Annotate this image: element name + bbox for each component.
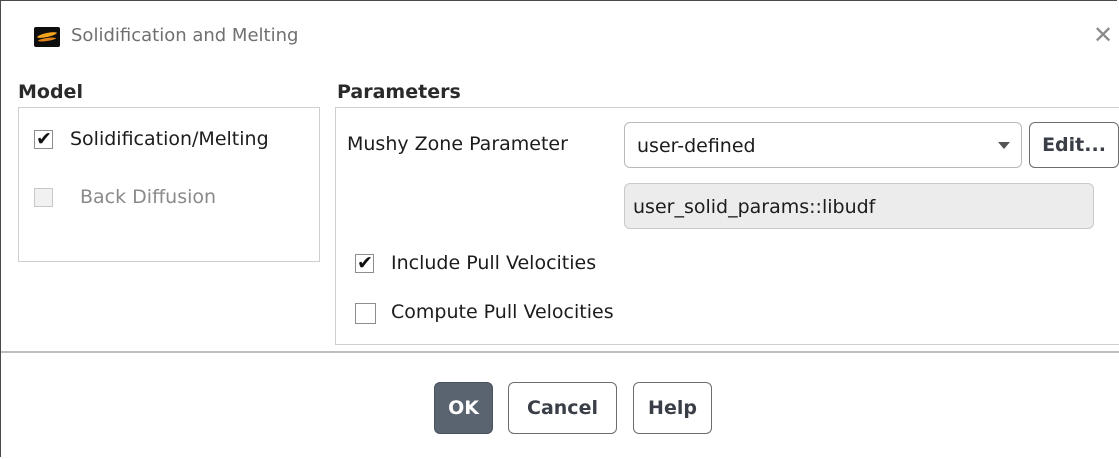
mushy-zone-dropdown[interactable]: user-defined <box>624 122 1022 168</box>
solidification-melting-checkbox[interactable]: ✔ <box>34 128 53 150</box>
chevron-down-icon <box>998 142 1010 149</box>
compute-pull-velocities-label: Compute Pull Velocities <box>391 301 614 323</box>
compute-pull-velocities-checkbox[interactable] <box>355 303 376 324</box>
check-icon: ✔ <box>357 252 373 274</box>
parameters-heading: Parameters <box>337 81 461 103</box>
udf-name-field: user_solid_params::libudf <box>624 183 1094 229</box>
window-title: Solidification and Melting <box>71 25 299 46</box>
include-pull-velocities-checkbox[interactable]: ✔ <box>355 252 374 274</box>
mushy-zone-value: user-defined <box>637 135 756 157</box>
help-button[interactable]: Help <box>633 382 712 434</box>
divider <box>1 351 1119 353</box>
mushy-zone-label: Mushy Zone Parameter <box>347 133 568 155</box>
model-heading: Model <box>18 81 83 103</box>
fluent-app-icon <box>34 27 60 47</box>
udf-name-value: user_solid_params::libudf <box>633 196 876 218</box>
solidification-melting-label: Solidification/Melting <box>70 128 269 150</box>
close-icon[interactable]: ✕ <box>1091 21 1115 49</box>
include-pull-velocities-label: Include Pull Velocities <box>391 252 597 274</box>
ok-button[interactable]: OK <box>434 382 493 434</box>
check-icon: ✔ <box>36 128 52 150</box>
parameters-panel: Mushy Zone Parameter user-defined Edit..… <box>335 107 1119 345</box>
cancel-button[interactable]: Cancel <box>508 382 617 434</box>
back-diffusion-checkbox <box>34 188 53 207</box>
back-diffusion-label: Back Diffusion <box>80 186 217 208</box>
edit-button[interactable]: Edit... <box>1029 122 1119 168</box>
model-panel: ✔ Solidification/Melting Back Diffusion <box>18 107 320 262</box>
title-bar: Solidification and Melting ✕ <box>1 1 1119 71</box>
